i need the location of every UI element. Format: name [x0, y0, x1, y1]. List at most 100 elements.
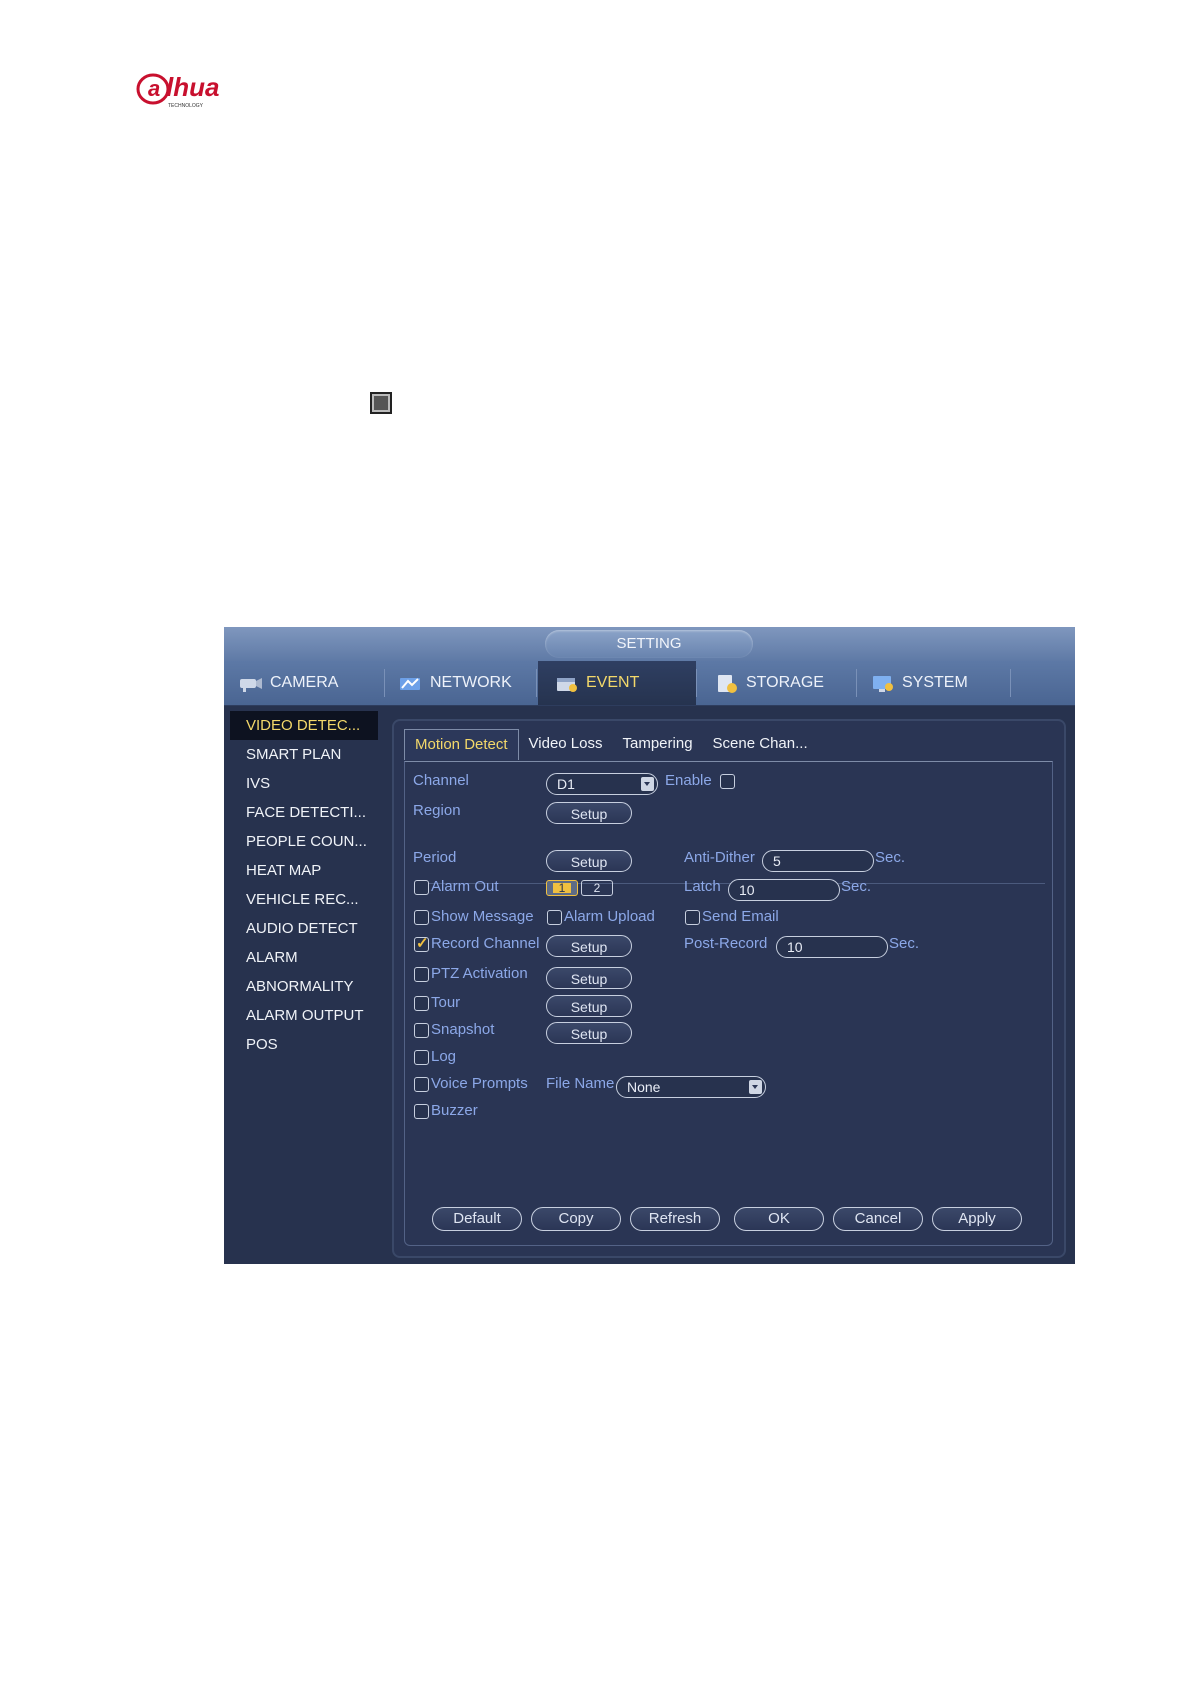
tab-network[interactable]: NETWORK	[398, 661, 538, 705]
menu-item-audio-detect[interactable]: AUDIO DETECT	[230, 914, 378, 943]
snapshot-checkbox[interactable]	[414, 1023, 429, 1038]
post-record-input[interactable]: 10	[776, 936, 888, 958]
ptz-activation-checkbox[interactable]	[414, 967, 429, 982]
title-bar: SETTING	[224, 627, 1075, 661]
storage-icon	[714, 672, 740, 694]
ptz-setup-button[interactable]: Setup	[546, 967, 632, 989]
record-channel-checkbox[interactable]	[414, 934, 429, 952]
send-email-checkbox[interactable]	[685, 910, 700, 925]
tab-camera[interactable]: CAMERA	[238, 661, 378, 705]
alarm-out-2-toggle[interactable]: 2	[581, 880, 613, 896]
nav-separator	[856, 669, 857, 697]
latch-input[interactable]: 10	[728, 879, 840, 901]
period-label: Period	[413, 849, 457, 866]
tab-camera-label: CAMERA	[270, 674, 339, 691]
post-record-unit: Sec.	[889, 935, 920, 952]
alarm-out-1-label: 1	[553, 882, 571, 894]
nav-separator	[536, 669, 537, 697]
nav-separator	[696, 669, 697, 697]
tab-tampering[interactable]: Tampering	[613, 729, 703, 759]
alarm-out-label: Alarm Out	[431, 878, 499, 895]
menu-item-abnormality[interactable]: ABNORMALITY	[230, 972, 378, 1001]
tab-video-loss[interactable]: Video Loss	[519, 729, 613, 759]
tab-event-label: EVENT	[586, 674, 640, 691]
show-message-label: Show Message	[431, 908, 534, 925]
anti-dither-unit: Sec.	[875, 849, 906, 866]
menu-item-pos[interactable]: POS	[230, 1030, 378, 1059]
post-record-label: Post-Record	[684, 935, 768, 952]
menu-item-ivs[interactable]: IVS	[230, 769, 378, 798]
period-setup-button[interactable]: Setup	[546, 850, 632, 872]
show-message-checkbox[interactable]	[414, 910, 429, 925]
log-checkbox[interactable]	[414, 1050, 429, 1065]
alarm-out-2-label: 2	[593, 881, 601, 895]
copy-button[interactable]: Copy	[531, 1207, 621, 1231]
alarm-out-1-toggle[interactable]: 1	[546, 880, 578, 896]
enable-checkbox[interactable]	[720, 774, 735, 789]
alarm-upload-checkbox[interactable]	[547, 910, 562, 925]
menu-item-vehicle-recognition[interactable]: VEHICLE REC...	[230, 885, 378, 914]
tour-setup-button[interactable]: Setup	[546, 995, 632, 1017]
file-name-select-value: None	[627, 1079, 661, 1095]
network-icon	[398, 672, 424, 694]
channel-select[interactable]: D1	[546, 773, 658, 795]
menu-item-heat-map[interactable]: HEAT MAP	[230, 856, 378, 885]
apply-button[interactable]: Apply	[932, 1207, 1022, 1231]
dahua-logo-graphic: a lhua TECHNOLOGY	[136, 72, 219, 109]
menu-item-people-counting[interactable]: PEOPLE COUN...	[230, 827, 378, 856]
log-label: Log	[431, 1048, 457, 1065]
ptz-activation-label: PTZ Activation	[431, 965, 528, 982]
voice-prompts-checkbox[interactable]	[414, 1077, 429, 1092]
menu-item-smart-plan[interactable]: SMART PLAN	[230, 740, 378, 769]
voice-prompts-label: Voice Prompts	[431, 1075, 528, 1092]
channel-label: Channel	[413, 772, 469, 789]
left-menu: VIDEO DETEC... SMART PLAN IVS FACE DETEC…	[230, 711, 378, 1059]
default-button[interactable]: Default	[432, 1207, 522, 1231]
camera-icon	[238, 672, 264, 694]
latch-label: Latch	[684, 878, 721, 895]
record-channel-setup-button[interactable]: Setup	[546, 935, 632, 957]
event-icon	[554, 672, 580, 694]
tab-storage-label: STORAGE	[746, 674, 824, 691]
nav-separator	[1010, 669, 1011, 697]
tab-storage[interactable]: STORAGE	[714, 661, 854, 705]
alarm-out-checkbox[interactable]	[414, 880, 429, 895]
anti-dither-input[interactable]: 5	[762, 850, 874, 872]
tab-system[interactable]: SYSTEM	[870, 661, 1010, 705]
send-email-label: Send Email	[702, 908, 779, 925]
setting-window: SETTING CAMERA NETWORK EVENT STORAGE SYS…	[224, 627, 1075, 1264]
menu-item-alarm[interactable]: ALARM	[230, 943, 378, 972]
svg-text:lhua: lhua	[166, 72, 219, 102]
svg-text:a: a	[148, 76, 160, 101]
buzzer-label: Buzzer	[431, 1102, 478, 1119]
snapshot-setup-button[interactable]: Setup	[546, 1022, 632, 1044]
main-navigation: CAMERA NETWORK EVENT STORAGE SYSTEM	[224, 661, 1075, 706]
content-panel: Motion Detect Video Loss Tampering Scene…	[392, 719, 1066, 1258]
refresh-button[interactable]: Refresh	[630, 1207, 720, 1231]
menu-item-alarm-output[interactable]: ALARM OUTPUT	[230, 1001, 378, 1030]
nav-separator	[384, 669, 385, 697]
motion-detect-form: Channel D1 Enable Region Setup Period Se…	[404, 761, 1053, 1246]
window-title: SETTING	[545, 630, 753, 658]
tab-system-label: SYSTEM	[902, 674, 968, 691]
snapshot-label: Snapshot	[431, 1021, 495, 1038]
menu-item-video-detect[interactable]: VIDEO DETEC...	[230, 711, 378, 740]
stop-square-icon	[370, 392, 392, 414]
tab-network-label: NETWORK	[430, 674, 512, 691]
region-setup-button[interactable]: Setup	[546, 802, 632, 824]
alarm-upload-label: Alarm Upload	[564, 908, 655, 925]
system-icon	[870, 672, 896, 694]
enable-label: Enable	[665, 772, 712, 789]
ok-button[interactable]: OK	[734, 1207, 824, 1231]
file-name-select[interactable]: None	[616, 1076, 766, 1098]
tab-event[interactable]: EVENT	[538, 661, 696, 705]
tour-checkbox[interactable]	[414, 996, 429, 1011]
anti-dither-label: Anti-Dither	[684, 849, 755, 866]
cancel-button[interactable]: Cancel	[833, 1207, 923, 1231]
tab-motion-detect[interactable]: Motion Detect	[404, 729, 519, 760]
menu-item-face-detection[interactable]: FACE DETECTI...	[230, 798, 378, 827]
tour-label: Tour	[431, 994, 461, 1011]
buzzer-checkbox[interactable]	[414, 1104, 429, 1119]
tab-scene-change[interactable]: Scene Chan...	[703, 729, 818, 759]
region-label: Region	[413, 802, 461, 819]
